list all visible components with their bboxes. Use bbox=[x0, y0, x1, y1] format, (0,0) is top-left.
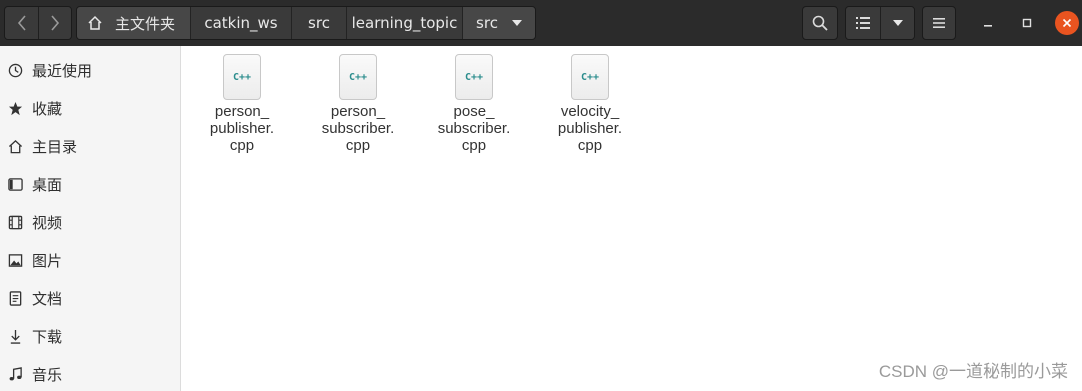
clock-icon bbox=[7, 62, 23, 78]
breadcrumb: 主文件夹 catkin_ws src learning_topic src bbox=[76, 6, 536, 40]
close-button[interactable] bbox=[1055, 11, 1079, 35]
breadcrumb-label: 主文件夹 bbox=[115, 14, 176, 33]
sidebar-item-downloads[interactable]: 下载 bbox=[0, 317, 180, 355]
file-item[interactable]: C++ person_ subscriber. cpp bbox=[308, 54, 408, 154]
sidebar-item-home[interactable]: 主目录 bbox=[0, 127, 180, 165]
picture-icon bbox=[7, 252, 23, 268]
breadcrumb-item-current[interactable]: src bbox=[462, 7, 535, 39]
sidebar-item-label: 视频 bbox=[32, 213, 63, 232]
film-icon bbox=[7, 214, 23, 230]
sidebar-item-label: 图片 bbox=[32, 251, 63, 270]
search-icon bbox=[812, 15, 828, 31]
cpp-file-icon: C++ bbox=[455, 54, 493, 100]
sidebar-item-label: 下载 bbox=[32, 327, 63, 346]
close-icon bbox=[1062, 18, 1072, 28]
sidebar-item-desktop[interactable]: 桌面 bbox=[0, 165, 180, 203]
search-button[interactable] bbox=[802, 6, 838, 40]
sidebar: 最近使用 收藏 主目录 桌面 视频 图片 文档 下载 音乐 bbox=[0, 46, 181, 391]
sidebar-item-recent[interactable]: 最近使用 bbox=[0, 51, 180, 89]
history-nav bbox=[4, 6, 72, 40]
sidebar-item-label: 主目录 bbox=[32, 137, 78, 156]
chevron-down-icon bbox=[511, 20, 522, 26]
desktop-icon bbox=[7, 176, 23, 192]
file-item[interactable]: C++ velocity_ publisher. cpp bbox=[540, 54, 640, 154]
sidebar-item-label: 收藏 bbox=[32, 99, 63, 118]
sidebar-item-videos[interactable]: 视频 bbox=[0, 203, 180, 241]
document-icon bbox=[7, 290, 23, 306]
music-icon bbox=[7, 366, 23, 382]
home-icon bbox=[7, 138, 23, 154]
cpp-file-icon: C++ bbox=[223, 54, 261, 100]
maximize-icon bbox=[1022, 18, 1032, 28]
chevron-right-icon bbox=[51, 15, 60, 31]
file-grid: C++ person_ publisher. cpp C++ person_ s… bbox=[181, 46, 1082, 391]
file-item[interactable]: C++ person_ publisher. cpp bbox=[192, 54, 292, 154]
menu-button[interactable] bbox=[922, 6, 956, 40]
hamburger-menu-icon bbox=[933, 18, 945, 28]
minimize-icon bbox=[984, 25, 992, 27]
sidebar-item-label: 桌面 bbox=[32, 175, 63, 194]
breadcrumb-item-catkin-ws[interactable]: catkin_ws bbox=[190, 7, 291, 39]
breadcrumb-label: src bbox=[308, 14, 330, 32]
sidebar-item-starred[interactable]: 收藏 bbox=[0, 89, 180, 127]
breadcrumb-item-home[interactable]: 主文件夹 bbox=[77, 7, 190, 39]
cpp-file-icon: C++ bbox=[571, 54, 609, 100]
sidebar-item-label: 文档 bbox=[32, 289, 63, 308]
view-toggle-group bbox=[845, 6, 915, 40]
download-icon bbox=[7, 328, 23, 344]
watermark: CSDN @一道秘制的小菜 bbox=[878, 362, 1068, 381]
breadcrumb-label: learning_topic bbox=[351, 14, 458, 32]
breadcrumb-label: src bbox=[476, 14, 498, 32]
file-name: pose_ subscriber. cpp bbox=[437, 103, 511, 154]
header-bar: 主文件夹 catkin_ws src learning_topic src bbox=[0, 0, 1082, 46]
cpp-file-icon: C++ bbox=[339, 54, 377, 100]
home-icon bbox=[88, 15, 102, 30]
maximize-button[interactable] bbox=[1015, 11, 1039, 35]
list-view-button[interactable] bbox=[846, 7, 880, 39]
file-name: person_ subscriber. cpp bbox=[321, 103, 395, 154]
sidebar-item-label: 最近使用 bbox=[32, 61, 93, 80]
file-name: person_ publisher. cpp bbox=[209, 103, 275, 154]
minimize-button[interactable] bbox=[976, 11, 1000, 35]
sidebar-item-label: 音乐 bbox=[32, 365, 63, 384]
breadcrumb-label: catkin_ws bbox=[204, 14, 278, 32]
breadcrumb-item-src[interactable]: src bbox=[291, 7, 346, 39]
view-options-button[interactable] bbox=[880, 7, 914, 39]
star-icon bbox=[7, 100, 23, 116]
file-name: velocity_ publisher. cpp bbox=[557, 103, 623, 154]
sidebar-item-pictures[interactable]: 图片 bbox=[0, 241, 180, 279]
back-button[interactable] bbox=[5, 7, 38, 39]
chevron-left-icon bbox=[17, 15, 26, 31]
sidebar-item-documents[interactable]: 文档 bbox=[0, 279, 180, 317]
chevron-down-icon bbox=[892, 20, 903, 26]
breadcrumb-item-learning-topic[interactable]: learning_topic bbox=[346, 7, 462, 39]
forward-button[interactable] bbox=[38, 7, 71, 39]
list-icon bbox=[856, 17, 870, 29]
file-item[interactable]: C++ pose_ subscriber. cpp bbox=[424, 54, 524, 154]
sidebar-item-music[interactable]: 音乐 bbox=[0, 355, 180, 391]
